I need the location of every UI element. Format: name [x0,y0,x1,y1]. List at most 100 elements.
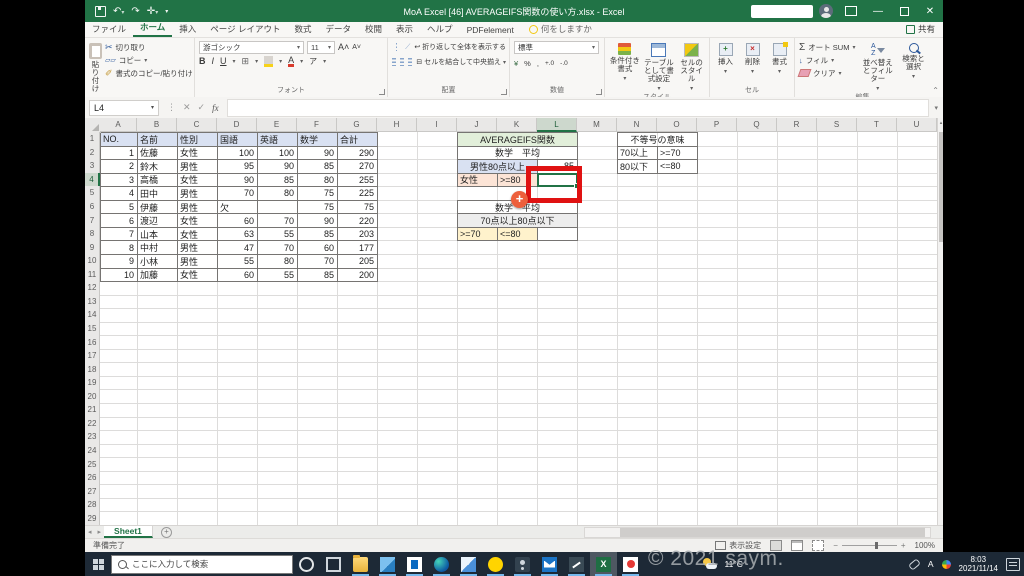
cell-E10[interactable]: 80 [257,254,298,269]
edge-icon[interactable] [428,552,455,576]
tab-表示[interactable]: 表示 [389,21,420,37]
tab-ホーム[interactable]: ホーム [133,19,172,37]
tell-me[interactable]: 何をしますか [541,23,592,37]
cell-E4[interactable]: 85 [257,173,298,188]
decrease-font-icon[interactable]: A˅ [352,44,361,51]
format-as-table-button[interactable]: テーブルとして書式設定▾ [642,41,677,93]
zoom-slider[interactable] [842,545,897,546]
cell-J1[interactable]: AVERAGEIFS関数 [457,132,578,147]
cell-A1[interactable]: NO. [100,132,138,147]
row-header-29[interactable]: 29 [85,511,100,525]
percent-format-icon[interactable]: % [524,59,531,68]
cell-B4[interactable]: 高橋 [137,173,178,188]
cell-F3[interactable]: 85 [297,159,338,174]
minimize-button[interactable]: — [865,0,891,22]
cell-F7[interactable]: 90 [297,213,338,228]
align-right-icon[interactable] [408,58,412,66]
borders-icon[interactable]: ⊞ [242,56,250,67]
cell-E5[interactable]: 80 [257,186,298,201]
start-button[interactable] [85,552,111,576]
page-layout-view-icon[interactable] [791,540,803,551]
cell-G11[interactable]: 200 [337,268,378,283]
delete-cells-button[interactable]: 削除▾ [741,41,764,86]
people-icon[interactable] [509,552,536,576]
column-header-I[interactable]: I [417,118,457,132]
row-header-28[interactable]: 28 [85,498,100,513]
column-header-J[interactable]: J [457,118,497,132]
find-select-button[interactable]: 検索と選択▾ [900,41,927,93]
cell-A4[interactable]: 3 [100,173,138,188]
cell-A8[interactable]: 7 [100,227,138,242]
cell-A10[interactable]: 9 [100,254,138,269]
cell-D5[interactable]: 70 [217,186,258,201]
cell-A7[interactable]: 6 [100,213,138,228]
tab-ヘルプ[interactable]: ヘルプ [420,21,460,37]
cell-J8[interactable]: >=70 [457,227,498,242]
row-header-21[interactable]: 21 [85,403,100,418]
sheet-nav-right-icon[interactable]: ▸ [98,528,102,536]
cell-F11[interactable]: 85 [297,268,338,283]
conditional-formatting-button[interactable]: 条件付き書式▾ [609,41,641,93]
copy-button[interactable]: ▱▱コピー ▾ [105,54,193,66]
phonetic-guide-icon[interactable]: ア [309,56,317,67]
wrap-text-button[interactable]: ↩ 折り返して全体を表示する [414,42,506,52]
qat-customize-icon[interactable]: ▾ [165,8,168,15]
underline-button[interactable]: U [220,56,227,66]
cell-B8[interactable]: 山本 [137,227,178,242]
column-header-L[interactable]: L [537,118,577,132]
formula-input[interactable] [227,99,930,117]
row-header-20[interactable]: 20 [85,389,100,404]
vertical-scrollbar[interactable]: ▴ [937,118,943,525]
collapse-ribbon-icon[interactable]: ⌃ [932,86,939,95]
row-header-6[interactable]: 6 [85,200,100,215]
cut-button[interactable]: ✂切り取り [105,41,193,53]
enter-icon[interactable]: ✓ [198,102,206,113]
share-button[interactable]: 共有 [906,23,935,37]
cell-E2[interactable]: 100 [257,146,298,161]
column-header-K[interactable]: K [497,118,537,132]
font-color-icon[interactable]: A [288,56,294,67]
cell-C1[interactable]: 性別 [177,132,218,147]
cell-C4[interactable]: 女性 [177,173,218,188]
excel-icon[interactable] [590,552,617,576]
cell-C10[interactable]: 男性 [177,254,218,269]
cell-F8[interactable]: 85 [297,227,338,242]
column-header-R[interactable]: R [777,118,817,132]
font-dialog-launcher[interactable] [379,89,385,95]
cell-G6[interactable]: 75 [337,200,378,215]
restore-button[interactable] [891,0,917,22]
sheet-tab-sheet1[interactable]: Sheet1 [104,526,153,538]
row-header-23[interactable]: 23 [85,430,100,445]
insert-cells-button[interactable]: 挿入▾ [714,41,737,86]
cell-N1[interactable]: 不等号の意味 [617,132,698,147]
cell-C9[interactable]: 男性 [177,240,218,255]
increase-decimal-icon[interactable]: +.0 [545,60,554,67]
cell-G2[interactable]: 290 [337,146,378,161]
cell-D6[interactable]: 欠 [217,200,258,215]
column-header-F[interactable]: F [297,118,337,132]
cell-G8[interactable]: 203 [337,227,378,242]
row-header-18[interactable]: 18 [85,362,100,377]
horizontal-scrollbar-thumb[interactable] [620,528,925,537]
column-header-Q[interactable]: Q [737,118,777,132]
cell-G9[interactable]: 177 [337,240,378,255]
vertical-scrollbar-thumb[interactable] [939,132,943,242]
row-header-1[interactable]: 1 [85,132,100,147]
tab-挿入[interactable]: 挿入 [172,21,203,37]
cell-B1[interactable]: 名前 [137,132,178,147]
cell-B7[interactable]: 渡辺 [137,213,178,228]
cell-G10[interactable]: 205 [337,254,378,269]
sort-filter-button[interactable]: AZ 並べ替えとフィルター▾ [861,41,894,93]
undo-icon[interactable]: ↶▾ [113,6,124,17]
column-header-T[interactable]: T [857,118,897,132]
name-box[interactable]: L4▾ [89,100,159,116]
action-center-icon[interactable] [1006,558,1020,571]
cell-B3[interactable]: 鈴木 [137,159,178,174]
cell-J2[interactable]: 数学 平均 [457,146,578,161]
cell-F9[interactable]: 60 [297,240,338,255]
cell-styles-button[interactable]: セルのスタイル▾ [677,41,706,93]
cell-F4[interactable]: 80 [297,173,338,188]
autosum-button[interactable]: Σ オート SUM ▾ [799,41,855,53]
cell-C8[interactable]: 女性 [177,227,218,242]
cell-J4[interactable]: 女性 [457,173,498,188]
